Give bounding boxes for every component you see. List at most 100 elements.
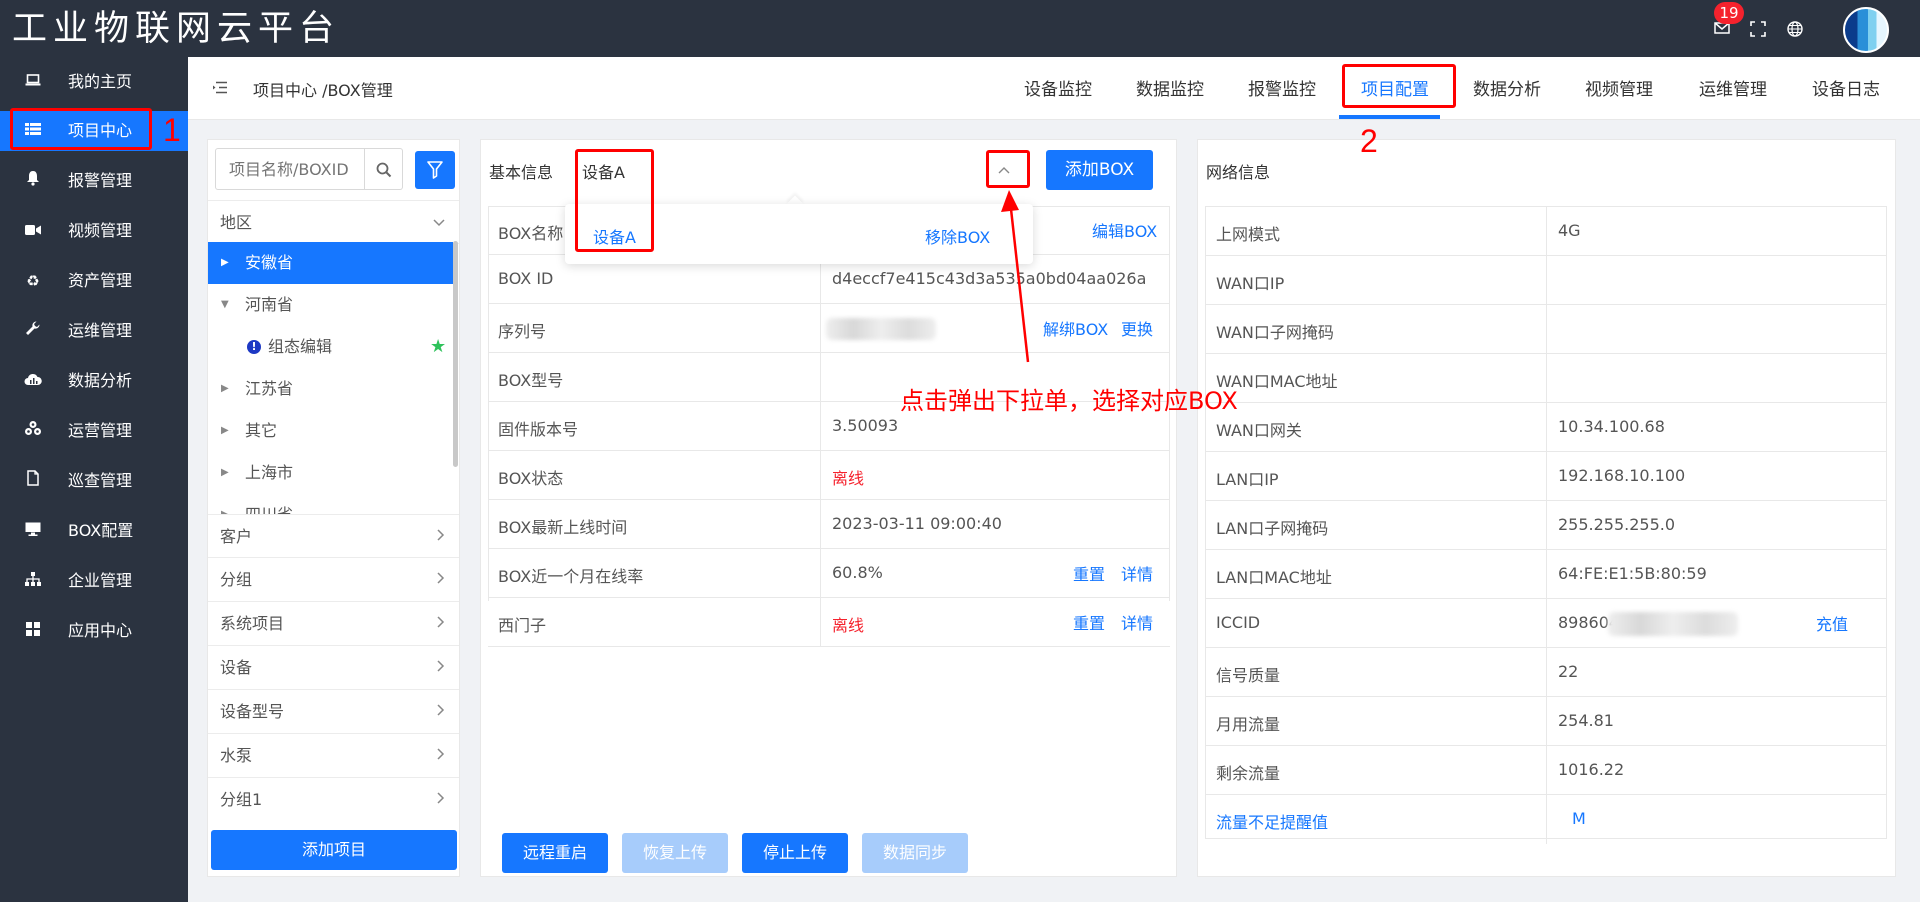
chevron-right-icon (437, 602, 445, 646)
tree-item-sichuan[interactable]: ▶ 四川省 (208, 494, 453, 514)
chevron-right-icon (437, 558, 445, 602)
caret-right-icon: ▶ (221, 257, 229, 268)
stop-upload-button[interactable]: 停止上传 (742, 833, 848, 873)
annotation-box-sidebar (10, 108, 152, 150)
tab-video-management[interactable]: 视频管理 (1585, 75, 1653, 100)
tab-data-monitor[interactable]: 数据监控 (1136, 75, 1204, 100)
status-badge: 离线 (832, 616, 865, 635)
globe-icon[interactable] (1786, 21, 1804, 39)
sidebar-item-enterprise[interactable]: 企业管理 (0, 561, 188, 601)
annotation-number-1: 1 (163, 112, 181, 148)
table-row: 流量不足提醒值 M (1206, 795, 1886, 844)
caret-right-icon: ▶ (221, 467, 229, 478)
sidebar-item-home[interactable]: 我的主页 (0, 62, 188, 102)
details-link[interactable]: 详情 (1121, 561, 1153, 585)
video-icon (24, 211, 42, 251)
fullscreen-icon[interactable] (1749, 21, 1767, 39)
low-traffic-threshold-link[interactable]: 流量不足提醒值 (1216, 809, 1328, 833)
tree-item-other[interactable]: ▶ 其它 (208, 410, 453, 452)
annotation-text: 点击弹出下拉单，选择对应BOX (900, 387, 1238, 415)
breadcrumb: 项目中心 /BOX管理 (253, 81, 393, 100)
annotation-box-tab (1342, 64, 1456, 108)
sidebar-item-video[interactable]: 视频管理 (0, 211, 188, 251)
resume-upload-button[interactable]: 恢复上传 (622, 833, 728, 873)
sidebar-item-inspection[interactable]: 巡查管理 (0, 461, 188, 501)
caret-right-icon: ▶ (221, 494, 229, 514)
cubes-icon (24, 411, 42, 451)
table-row: LAN口子网掩码 255.255.255.0 (1206, 501, 1886, 550)
section-device-model[interactable]: 设备型号 (208, 690, 459, 734)
app-title: 工业物联网云平台 (12, 9, 341, 49)
grid-icon (24, 611, 42, 651)
active-tab-indicator (1339, 115, 1440, 119)
basic-info-label: 基本信息 (489, 163, 554, 182)
threshold-unit[interactable]: M (1572, 809, 1586, 828)
bell-icon (24, 161, 42, 201)
redacted-iccid (1608, 612, 1738, 636)
star-icon[interactable]: ★ (430, 326, 446, 368)
file-icon (24, 461, 42, 501)
menu-fold-icon[interactable] (212, 81, 228, 95)
reset-link[interactable]: 重置 (1073, 561, 1105, 585)
table-row: 西门子 离线 重置 详情 (488, 598, 1170, 647)
monitor-icon (24, 511, 42, 551)
tree-item-jiangsu[interactable]: ▶ 江苏省 (208, 368, 453, 410)
sidebar-item-box-config[interactable]: BOX配置 (0, 511, 188, 551)
table-row: 序列号 解绑BOX 更换 (488, 304, 1170, 353)
tab-device-monitor[interactable]: 设备监控 (1024, 75, 1092, 100)
annotation-box-device (575, 149, 654, 252)
tab-data-analysis[interactable]: 数据分析 (1473, 75, 1541, 100)
sidebar-item-operations[interactable]: 运营管理 (0, 411, 188, 451)
project-tree-panel: 地区 ▶ 安徽省 ▼ 河南省 ! 组态编辑 ★ ▶ 江苏省 ▶ 其它 ▶ 上海市… (207, 139, 460, 877)
search-button[interactable] (365, 148, 403, 190)
unbind-box-link[interactable]: 解绑BOX (1043, 316, 1108, 340)
details-link[interactable]: 详情 (1121, 610, 1153, 634)
reset-link[interactable]: 重置 (1073, 610, 1105, 634)
avatar[interactable] (1843, 7, 1889, 53)
tab-alarm-monitor[interactable]: 报警监控 (1248, 75, 1316, 100)
data-sync-button[interactable]: 数据同步 (862, 833, 968, 873)
table-row: WAN口子网掩码 (1206, 305, 1886, 354)
edit-box-link[interactable]: 编辑BOX (1092, 218, 1157, 242)
tree-scrollbar[interactable] (453, 241, 458, 467)
tree-item-henan[interactable]: ▼ 河南省 (208, 284, 453, 326)
remote-restart-button[interactable]: 远程重启 (502, 833, 608, 873)
chevron-right-icon (437, 515, 445, 559)
table-row: 剩余流量 1016.22 (1206, 746, 1886, 795)
alert-icon: ! (247, 340, 261, 354)
table-row: WAN口MAC地址 (1206, 354, 1886, 403)
annotation-box-arrow (986, 150, 1030, 188)
tree-item-shanghai[interactable]: ▶ 上海市 (208, 452, 453, 494)
status-badge: 离线 (832, 469, 865, 488)
section-pump[interactable]: 水泵 (208, 734, 459, 778)
tree-item-anhui[interactable]: ▶ 安徽省 (208, 242, 453, 284)
filter-button[interactable] (415, 151, 455, 189)
remove-box-link[interactable]: 移除BOX (925, 224, 990, 248)
org-icon (24, 561, 42, 601)
table-row: 上网模式 4G (1206, 207, 1886, 256)
sidebar-item-asset[interactable]: ♻ 资产管理 (0, 261, 188, 301)
add-box-button[interactable]: 添加BOX (1046, 150, 1153, 190)
search-input[interactable] (215, 148, 365, 190)
add-project-button[interactable]: 添加项目 (211, 830, 457, 870)
sidebar-item-app-center[interactable]: 应用中心 (0, 611, 188, 651)
tab-ops-management[interactable]: 运维管理 (1699, 75, 1767, 100)
tree-item-scada-edit[interactable]: ! 组态编辑 ★ (208, 326, 453, 368)
section-device[interactable]: 设备 (208, 646, 459, 690)
wrench-icon (24, 311, 42, 351)
annotation-arrow (1001, 190, 1030, 363)
recharge-link[interactable]: 充值 (1816, 611, 1848, 635)
tab-device-log[interactable]: 设备日志 (1812, 75, 1880, 100)
table-row: BOX状态 离线 (488, 451, 1170, 500)
section-group1[interactable]: 分组1 (208, 778, 459, 822)
section-system-project[interactable]: 系统项目 (208, 602, 459, 646)
table-row: BOX最新上线时间 2023-03-11 09:00:40 (488, 500, 1170, 549)
section-customer[interactable]: 客户 (208, 514, 459, 558)
sidebar-item-maintenance[interactable]: 运维管理 (0, 311, 188, 351)
sidebar-item-alarm[interactable]: 报警管理 (0, 161, 188, 201)
sidebar-item-data-analysis[interactable]: 数据分析 (0, 361, 188, 401)
region-section-header[interactable]: 地区 (208, 200, 459, 244)
redacted-serial (826, 318, 936, 340)
replace-link[interactable]: 更换 (1121, 316, 1153, 340)
section-group[interactable]: 分组 (208, 558, 459, 602)
